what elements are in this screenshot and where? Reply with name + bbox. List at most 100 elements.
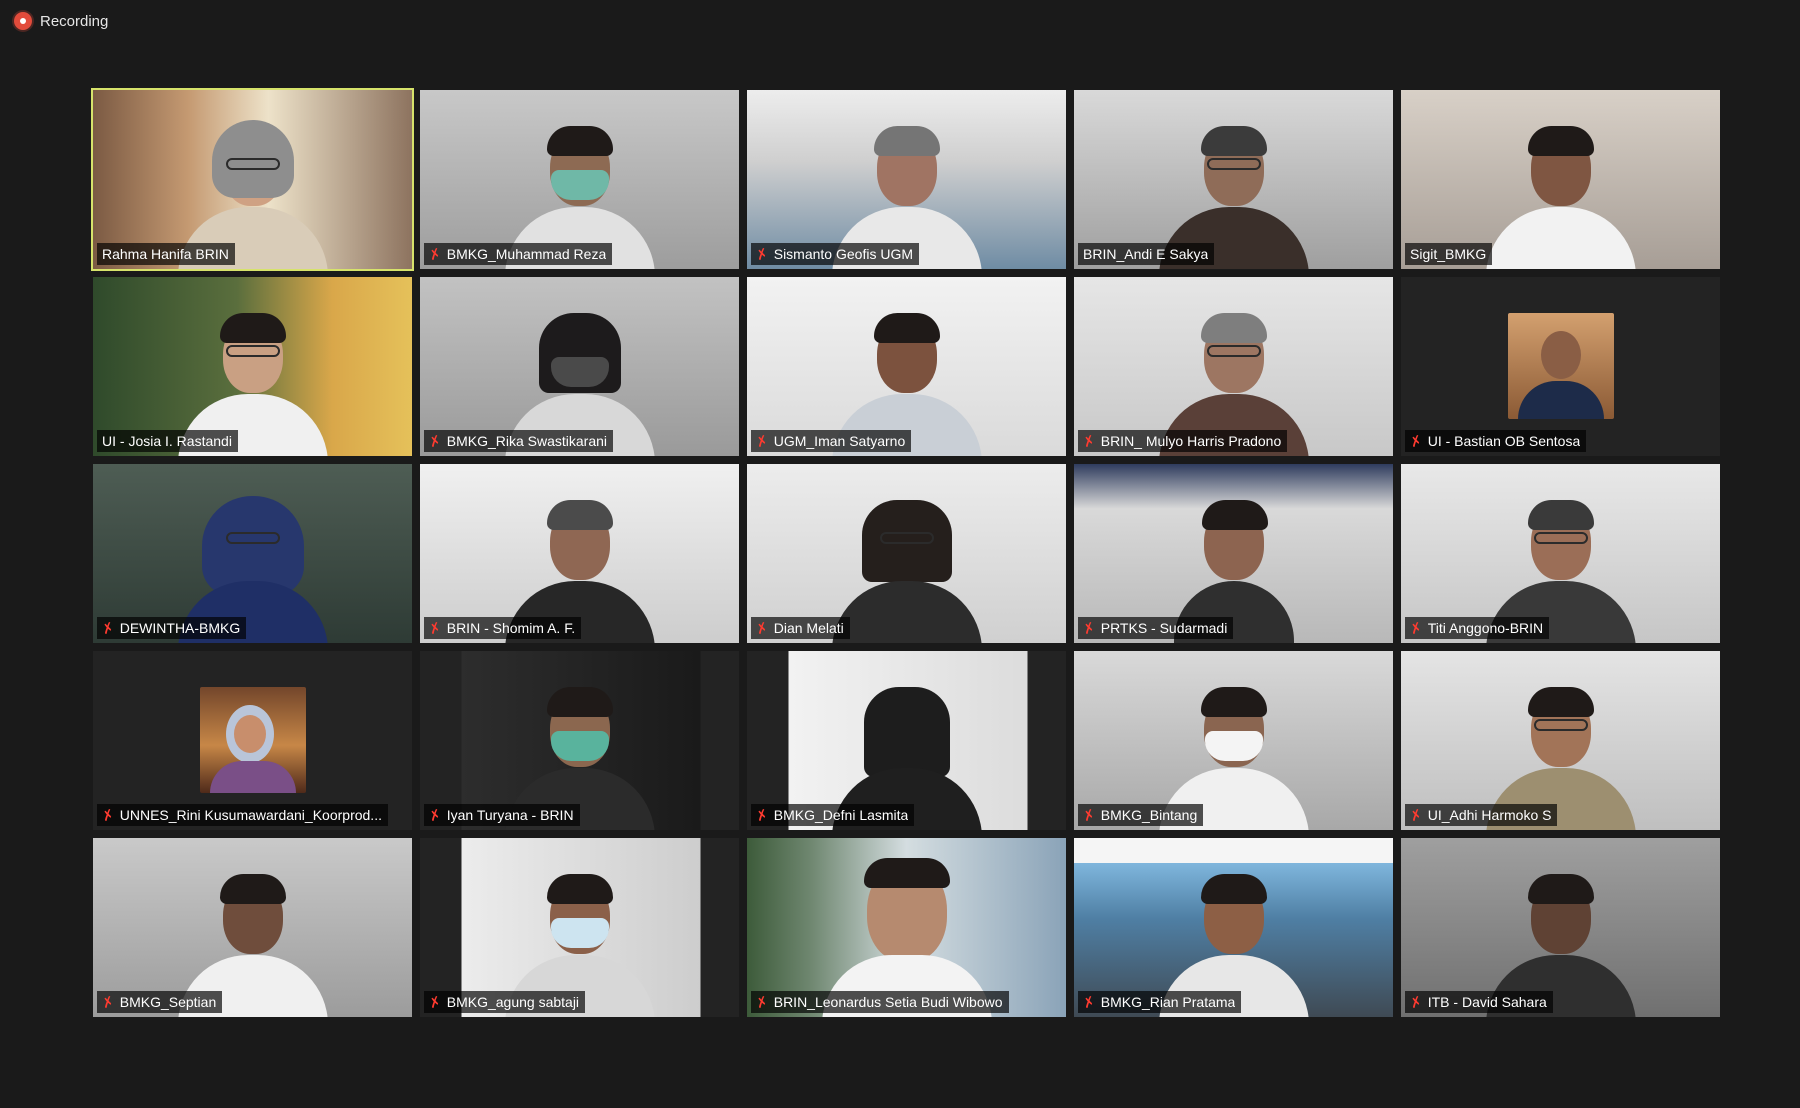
mic-muted-icon: ✗: [99, 618, 116, 638]
participant-name: UI - Bastian OB Sentosa: [1427, 433, 1581, 449]
participant-name-tag: ✗ ITB - David Sahara: [1405, 991, 1553, 1013]
participant-name: Iyan Turyana - BRIN: [446, 807, 574, 823]
participant-name: BRIN_Leonardus Setia Budi Wibowo: [773, 994, 1003, 1010]
participant-silhouette: [1485, 114, 1636, 269]
participant-name: UI_Adhi Harmoko S: [1427, 807, 1552, 823]
mic-muted-icon: ✗: [99, 992, 116, 1012]
participant-tile[interactable]: ✗ DEWINTHA-BMKG: [93, 464, 412, 643]
participant-tile[interactable]: ✗ BMKG_Septian: [93, 838, 412, 1017]
participant-tile[interactable]: ✗ Iyan Turyana - BRIN: [420, 651, 739, 830]
participant-name: BRIN_ Mulyo Harris Pradono: [1100, 433, 1282, 449]
participant-name-tag: ✗ BMKG_Septian: [97, 991, 223, 1013]
participant-name: BMKG_Rika Swastikarani: [446, 433, 608, 449]
participant-tile[interactable]: ✗ BRIN_Leonardus Setia Budi Wibowo: [747, 838, 1066, 1017]
participant-name-tag: ✗ Sismanto Geofis UGM: [751, 243, 919, 265]
participant-name-tag: ✗ BMKG_Rian Pratama: [1078, 991, 1242, 1013]
participant-name: UGM_Iman Satyarno: [773, 433, 906, 449]
participant-name-tag: ✗ UNNES_Rini Kusumawardani_Koorprod...: [97, 804, 388, 826]
participant-name: BMKG_Septian: [119, 994, 217, 1010]
participant-name: Dian Melati: [773, 620, 844, 636]
participant-name-tag: ✗ BMKG_Rika Swastikarani: [424, 430, 614, 452]
participant-tile[interactable]: UI - Josia I. Rastandi: [93, 277, 412, 456]
participant-tile[interactable]: ✗ UI_Adhi Harmoko S: [1401, 651, 1720, 830]
participant-tile[interactable]: ✗ BMKG_agung sabtaji: [420, 838, 739, 1017]
participant-tile[interactable]: ✗ BMKG_Bintang: [1074, 651, 1393, 830]
recording-indicator[interactable]: Recording: [14, 12, 108, 30]
participant-tile[interactable]: ✗ UNNES_Rini Kusumawardani_Koorprod...: [93, 651, 412, 830]
participant-tile[interactable]: ✗ BMKG_Rian Pratama: [1074, 838, 1393, 1017]
participant-name: UI - Josia I. Rastandi: [102, 433, 232, 449]
mic-muted-icon: ✗: [426, 431, 443, 451]
participant-name-tag: Sigit_BMKG: [1405, 243, 1493, 265]
mic-muted-icon: ✗: [1080, 431, 1097, 451]
participant-name: BMKG_agung sabtaji: [446, 994, 580, 1010]
participant-name-tag: ✗ BMKG_Defni Lasmita: [751, 804, 915, 826]
participant-name-tag: ✗ BRIN_ Mulyo Harris Pradono: [1078, 430, 1288, 452]
participant-name: BMKG_Muhammad Reza: [446, 246, 607, 262]
participant-tile[interactable]: ✗ BRIN_ Mulyo Harris Pradono: [1074, 277, 1393, 456]
participant-tile[interactable]: ✗ BMKG_Defni Lasmita: [747, 651, 1066, 830]
participant-tile[interactable]: ✗ BRIN - Shomim A. F.: [420, 464, 739, 643]
participant-name-tag: ✗ UGM_Iman Satyarno: [751, 430, 912, 452]
mic-muted-icon: ✗: [753, 805, 770, 825]
participant-tile[interactable]: ✗ UI - Bastian OB Sentosa: [1401, 277, 1720, 456]
video-conference-window: Recording Rahma Hanifa BRIN ✗ BMKG_Muham…: [0, 0, 1800, 1108]
participant-name-tag: ✗ BMKG_Muhammad Reza: [424, 243, 613, 265]
mic-muted-icon: ✗: [99, 805, 116, 825]
participant-tile[interactable]: ✗ Titi Anggono-BRIN: [1401, 464, 1720, 643]
participant-name-tag: ✗ PRTKS - Sudarmadi: [1078, 617, 1234, 639]
participant-name-tag: ✗ BRIN_Leonardus Setia Budi Wibowo: [751, 991, 1009, 1013]
participant-profile-photo: [1507, 313, 1614, 419]
participant-name-tag: Rahma Hanifa BRIN: [97, 243, 235, 265]
mic-muted-icon: ✗: [1407, 618, 1424, 638]
participant-name: Sigit_BMKG: [1410, 246, 1487, 262]
mic-muted-icon: ✗: [426, 618, 443, 638]
participant-tile[interactable]: Sigit_BMKG: [1401, 90, 1720, 269]
participant-name-tag: ✗ UI - Bastian OB Sentosa: [1405, 430, 1587, 452]
mic-muted-icon: ✗: [753, 618, 770, 638]
mic-muted-icon: ✗: [753, 992, 770, 1012]
participant-name-tag: ✗ BMKG_Bintang: [1078, 804, 1204, 826]
participant-profile-photo: [199, 687, 306, 793]
mic-muted-icon: ✗: [753, 431, 770, 451]
participant-name: Titi Anggono-BRIN: [1427, 620, 1544, 636]
participant-name-tag: ✗ Iyan Turyana - BRIN: [424, 804, 580, 826]
participant-name-tag: ✗ Titi Anggono-BRIN: [1405, 617, 1550, 639]
participant-name: BRIN_Andi E Sakya: [1083, 246, 1209, 262]
mic-muted-icon: ✗: [426, 992, 443, 1012]
gallery-view: Rahma Hanifa BRIN ✗ BMKG_Muhammad Reza ✗…: [91, 88, 1720, 1018]
participant-name: Sismanto Geofis UGM: [773, 246, 913, 262]
mic-muted-icon: ✗: [1080, 992, 1097, 1012]
participant-name: DEWINTHA-BMKG: [119, 620, 241, 636]
participant-name-tag: ✗ Dian Melati: [751, 617, 850, 639]
participant-tile[interactable]: ✗ Dian Melati: [747, 464, 1066, 643]
mic-muted-icon: ✗: [426, 805, 443, 825]
participant-tile[interactable]: ✗ UGM_Iman Satyarno: [747, 277, 1066, 456]
mic-muted-icon: ✗: [753, 244, 770, 264]
participant-name-tag: ✗ UI_Adhi Harmoko S: [1405, 804, 1558, 826]
participant-tile[interactable]: ✗ PRTKS - Sudarmadi: [1074, 464, 1393, 643]
mic-muted-icon: ✗: [426, 244, 443, 264]
participant-name: BRIN - Shomim A. F.: [446, 620, 576, 636]
mic-muted-icon: ✗: [1407, 431, 1424, 451]
participant-name: UNNES_Rini Kusumawardani_Koorprod...: [119, 807, 382, 823]
mic-muted-icon: ✗: [1080, 618, 1097, 638]
mic-muted-icon: ✗: [1080, 805, 1097, 825]
participant-tile[interactable]: ✗ BMKG_Muhammad Reza: [420, 90, 739, 269]
participant-name: PRTKS - Sudarmadi: [1100, 620, 1228, 636]
participant-name-tag: BRIN_Andi E Sakya: [1078, 243, 1215, 265]
recording-label: Recording: [40, 12, 109, 30]
participant-tile[interactable]: ✗ Sismanto Geofis UGM: [747, 90, 1066, 269]
participant-tile[interactable]: ✗ ITB - David Sahara: [1401, 838, 1720, 1017]
participant-tile[interactable]: BRIN_Andi E Sakya: [1074, 90, 1393, 269]
participant-name-tag: ✗ BRIN - Shomim A. F.: [424, 617, 582, 639]
participant-tile[interactable]: ✗ BMKG_Rika Swastikarani: [420, 277, 739, 456]
participant-name-tag: UI - Josia I. Rastandi: [97, 430, 238, 452]
participant-name: BMKG_Defni Lasmita: [773, 807, 909, 823]
participant-name: Rahma Hanifa BRIN: [102, 246, 229, 262]
participant-name: BMKG_Rian Pratama: [1100, 994, 1236, 1010]
record-icon: [14, 12, 32, 30]
participant-name-tag: ✗ BMKG_agung sabtaji: [424, 991, 586, 1013]
participant-tile[interactable]: Rahma Hanifa BRIN: [91, 88, 414, 271]
participant-silhouette: [831, 488, 982, 643]
